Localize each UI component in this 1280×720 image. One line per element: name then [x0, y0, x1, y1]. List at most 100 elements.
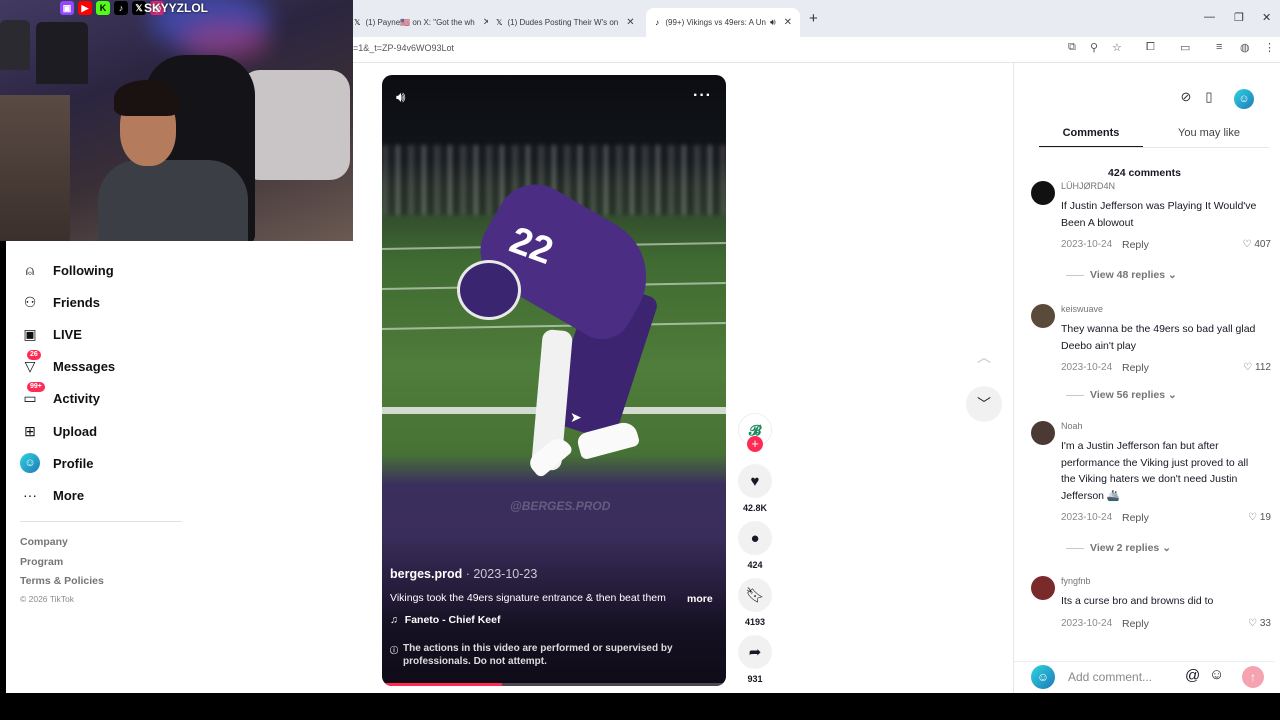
- comment-avatar[interactable]: [1031, 576, 1055, 600]
- cast-icon[interactable]: ▭: [1180, 41, 1190, 54]
- reply-button[interactable]: Reply: [1122, 618, 1149, 630]
- sidebar-item-friends[interactable]: ⚇ Friends: [20, 290, 100, 314]
- view-replies-button[interactable]: View 56 replies ⌄: [1066, 389, 1177, 401]
- comment-avatar[interactable]: [1031, 304, 1055, 328]
- comment-username[interactable]: Noah: [1061, 421, 1083, 431]
- comments-panel: ⊘ ▯ ☺ Comments You may like 424 comments…: [1013, 63, 1275, 693]
- youtube-icon: ▶: [78, 0, 92, 15]
- sidebar-item-upload[interactable]: ⊞ Upload: [20, 419, 97, 443]
- bookmark-star-icon[interactable]: ☆: [1112, 41, 1122, 54]
- video-caption: Vikings took the 49ers signature entranc…: [390, 592, 666, 604]
- sidebar-item-profile[interactable]: ☺ Profile: [20, 451, 93, 475]
- tab-comments[interactable]: Comments: [1039, 121, 1143, 148]
- view-replies-label: View 48 replies: [1090, 269, 1166, 281]
- comment-avatar[interactable]: [1031, 421, 1055, 445]
- heart-outline-icon: ♡: [1248, 618, 1260, 629]
- music-link[interactable]: ♫ Faneto - Chief Keef: [390, 614, 500, 626]
- comment-like-count: 407: [1254, 239, 1271, 250]
- footer-link-terms[interactable]: Terms & Policies: [20, 575, 104, 587]
- phone-icon[interactable]: ▯: [1200, 89, 1218, 107]
- action-bar: 𝓑 + ♥ 42.8K ● 424 🔖︎ 4193 ➦ 931: [735, 410, 775, 690]
- browser-tab-active[interactable]: ♪ (99+) Vikings vs 49ers: A Un 🔊︎ ✕: [646, 8, 800, 37]
- video-author[interactable]: berges.prod · 2023-10-23: [390, 567, 537, 581]
- date-separator: ·: [462, 567, 474, 581]
- comment-like[interactable]: ♡ 407: [1211, 239, 1271, 250]
- heart-icon: ♥: [750, 472, 760, 490]
- volume-icon[interactable]: 🔊︎: [396, 89, 418, 111]
- twitch-icon: ▣: [60, 0, 74, 15]
- comment-like-count: 112: [1255, 362, 1271, 373]
- footer-link-company[interactable]: Company: [20, 536, 68, 548]
- close-icon[interactable]: ✕: [776, 17, 792, 28]
- menu-icon[interactable]: ⋮: [1264, 41, 1275, 54]
- comment-button[interactable]: ●: [738, 521, 772, 555]
- sidebar-item-more[interactable]: ··· More: [20, 483, 84, 507]
- warning-text: The actions in this video are performed …: [403, 643, 673, 667]
- view-replies-button[interactable]: View 48 replies ⌄: [1066, 269, 1177, 281]
- sidebar-item-messages[interactable]: ▽ 26 Messages: [20, 350, 115, 378]
- comment-avatar[interactable]: [1031, 181, 1055, 205]
- sidebar-item-following[interactable]: ⍝ Following: [20, 258, 114, 282]
- close-window-icon[interactable]: ✕: [1262, 11, 1271, 24]
- media-icon[interactable]: ≡: [1216, 41, 1222, 53]
- install-icon[interactable]: ⧉: [1068, 41, 1076, 54]
- info-icon: ⓘ: [390, 646, 398, 655]
- view-replies-label: View 2 replies: [1090, 542, 1160, 554]
- comment-username[interactable]: LÜHJØRD4N: [1061, 181, 1115, 191]
- mention-icon[interactable]: @: [1185, 667, 1200, 684]
- footer-link-program[interactable]: Program: [20, 556, 63, 568]
- comment-username[interactable]: keiswuave: [1061, 304, 1103, 314]
- comment-input[interactable]: [1060, 664, 1195, 690]
- like-count: 42.8K: [742, 503, 768, 513]
- restore-icon[interactable]: ❐: [1234, 11, 1244, 24]
- tab-you-may-like[interactable]: You may like: [1154, 121, 1264, 148]
- more-options-icon[interactable]: ···: [693, 87, 712, 105]
- caption-more-button[interactable]: more: [687, 593, 713, 605]
- comment-date: 2023-10-24: [1061, 512, 1113, 523]
- new-tab-button[interactable]: +: [809, 10, 818, 27]
- copyright-text: © 2026 TikTok: [20, 594, 74, 604]
- author-handle[interactable]: berges.prod: [390, 567, 462, 581]
- person-hair: [114, 80, 180, 116]
- kick-icon: K: [96, 0, 110, 15]
- zoom-icon[interactable]: ⚲: [1090, 41, 1098, 54]
- send-button[interactable]: ↑: [1242, 666, 1264, 688]
- like-button[interactable]: ♥: [738, 464, 772, 498]
- close-icon[interactable]: ✕: [618, 17, 634, 28]
- browser-tab[interactable]: 𝕏 (1) Payne🇺🇸 on X: "Got the wh ✕: [346, 8, 488, 37]
- divider: [20, 521, 182, 522]
- more-icon: ···: [23, 487, 37, 503]
- user-avatar[interactable]: ☺: [1234, 89, 1254, 109]
- close-icon[interactable]: ✕: [475, 17, 488, 28]
- screen: 𝕏 (1) Payne🇺🇸 on X: "Got the wh ✕ 𝕏 (1) …: [0, 0, 1280, 720]
- previous-video-button[interactable]: ︿: [966, 339, 1002, 375]
- reply-button[interactable]: Reply: [1122, 239, 1149, 251]
- minimize-icon[interactable]: —: [1204, 11, 1215, 23]
- comment-username[interactable]: fyngfnb: [1061, 576, 1091, 586]
- next-video-button[interactable]: ﹀: [966, 386, 1002, 422]
- sidebar-item-live[interactable]: ▣ LIVE: [20, 322, 82, 346]
- save-button[interactable]: 🔖︎: [738, 578, 772, 612]
- comment-like[interactable]: ♡ 112: [1211, 362, 1271, 373]
- mouse-cursor-icon: ➤: [570, 409, 582, 425]
- view-replies-button[interactable]: View 2 replies ⌄: [1066, 542, 1171, 554]
- progress-bar[interactable]: [382, 683, 726, 686]
- profile-icon[interactable]: ◍: [1240, 41, 1250, 54]
- reply-button[interactable]: Reply: [1122, 362, 1149, 374]
- video-player[interactable]: 22 @BERGES.PROD ➤ 🔊︎ ··· berges.prod · 2…: [382, 75, 726, 686]
- share-icon: ➦: [748, 644, 762, 661]
- share-button[interactable]: ➦: [738, 635, 772, 669]
- view-replies-label: View 56 replies: [1090, 389, 1166, 401]
- emoji-icon[interactable]: ☺: [1209, 666, 1224, 683]
- arrow-up-icon: ↑: [1250, 670, 1256, 684]
- extensions-icon[interactable]: ⧠: [1146, 41, 1155, 54]
- comment-like[interactable]: ♡ 33: [1211, 618, 1271, 629]
- url-text[interactable]: =1&_t=ZP-94v6WO93Lot: [353, 43, 454, 53]
- comment-text: If Justin Jefferson was Playing It Would…: [1061, 200, 1257, 229]
- follow-plus-icon[interactable]: +: [747, 436, 763, 452]
- browser-tab[interactable]: 𝕏 (1) Dudes Posting Their W's on ✕: [488, 8, 642, 37]
- sidebar-item-activity[interactable]: ▭ 99+ Activity: [20, 382, 100, 410]
- compass-icon[interactable]: ⊘: [1177, 89, 1195, 107]
- comment-like[interactable]: ♡ 19: [1211, 512, 1271, 523]
- reply-button[interactable]: Reply: [1122, 512, 1149, 524]
